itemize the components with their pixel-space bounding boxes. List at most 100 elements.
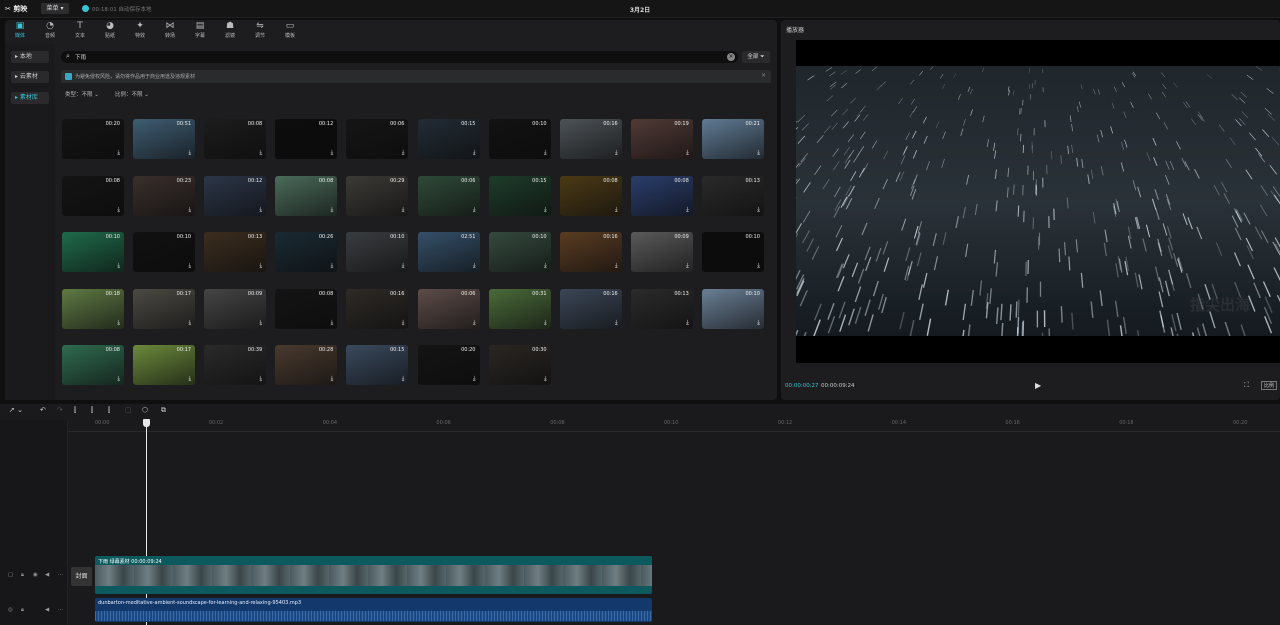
media-thumbnail[interactable]: 00:08 ⤓ [275,288,338,329]
search-input[interactable] [75,51,715,63]
download-icon[interactable]: ⤓ [402,319,405,327]
play-icon[interactable]: ▶ [1035,381,1041,390]
lock-icon[interactable]: 🔒︎ [21,607,24,614]
ratio-button[interactable]: 比例 [1261,381,1278,390]
player-screen[interactable]: 指尖出海 [796,40,1280,363]
download-icon[interactable]: ⤓ [117,319,120,327]
download-icon[interactable]: ⤓ [188,206,191,214]
expand-icon[interactable]: ▢ [8,572,13,578]
media-thumbnail[interactable]: 00:12 ⤓ [204,175,267,216]
download-icon[interactable]: ⤓ [544,262,547,270]
fullscreen-icon[interactable]: ⛶ [1244,381,1249,390]
download-icon[interactable]: ⤓ [188,375,191,383]
trim-right-icon[interactable]: ⫿ [108,406,110,415]
download-icon[interactable]: ⤓ [473,375,476,383]
download-icon[interactable]: ⤓ [757,206,760,214]
download-icon[interactable]: ⤓ [331,206,334,214]
more-icon[interactable]: ⋯ [58,607,64,613]
media-thumbnail[interactable]: 00:10 ⤓ [488,232,551,273]
media-thumbnail[interactable]: 00:16 ⤓ [346,288,409,329]
undo-icon[interactable]: ↶ [40,406,46,414]
download-icon[interactable]: ⤓ [402,149,405,157]
download-icon[interactable]: ⤓ [331,262,334,270]
media-thumbnail[interactable]: 00:08 ⤓ [559,175,622,216]
media-thumbnail[interactable]: 00:06 ⤓ [417,175,480,216]
ratio-filter[interactable]: 比例：不限 ⌄ [115,90,149,98]
download-icon[interactable]: ⤓ [473,319,476,327]
trim-left-icon[interactable]: ⫿ [91,406,93,415]
download-icon[interactable]: ⤓ [473,149,476,157]
mute-icon[interactable]: ◀ [45,607,49,613]
media-thumbnail[interactable]: 00:29 ⤓ [346,175,409,216]
filter-all-button[interactable]: 全部 ⏷ [742,51,770,63]
mute-icon[interactable]: ◀ [45,572,49,578]
download-icon[interactable]: ⤓ [331,375,334,383]
crop-icon[interactable]: ⧉ [161,406,166,415]
tab-1[interactable]: ◔ 音频 [35,21,65,41]
download-icon[interactable]: ⤓ [188,149,191,157]
media-thumbnail[interactable]: 00:10 ⤓ [346,232,409,273]
media-thumbnail[interactable]: 00:10 ⤓ [701,232,764,273]
download-icon[interactable]: ⤓ [260,206,263,214]
download-icon[interactable]: ⤓ [260,262,263,270]
download-icon[interactable]: ⤓ [402,375,405,383]
tab-4[interactable]: ✦ 特效 [125,21,155,41]
cover-button[interactable]: 封面 [71,567,92,586]
media-thumbnail[interactable]: 00:09 ⤓ [630,232,693,273]
media-thumbnail[interactable]: 00:06 ⤓ [417,288,480,329]
download-icon[interactable]: ⤓ [331,149,334,157]
clear-icon[interactable]: × [727,53,735,61]
tab-7[interactable]: ☗ 滤镜 [215,21,245,41]
media-thumbnail[interactable]: 00:08 ⤓ [275,175,338,216]
download-icon[interactable]: ⤓ [757,319,760,327]
download-icon[interactable]: ⤓ [188,319,191,327]
media-thumbnail[interactable]: 00:08 ⤓ [62,175,124,216]
media-thumbnail[interactable]: 00:13 ⤓ [701,175,764,216]
media-thumbnail[interactable]: 00:10 ⤓ [701,288,764,329]
split-icon[interactable]: ⫿ [74,406,76,415]
video-clip[interactable]: 下雨 绿幕素材 00:00:09:24 [95,556,652,594]
media-thumbnail[interactable]: 00:08 ⤓ [204,119,267,159]
media-thumbnail[interactable]: 00:51 ⤓ [133,119,196,159]
download-icon[interactable]: ⤓ [260,375,263,383]
media-thumbnail[interactable]: 00:21 ⤓ [701,119,764,159]
download-icon[interactable]: ⤓ [473,206,476,214]
download-icon[interactable]: ⤓ [331,319,334,327]
download-icon[interactable]: ⤓ [544,375,547,383]
delete-icon[interactable]: ▢ [125,406,132,414]
download-icon[interactable]: ⤓ [544,319,547,327]
timeline-ruler[interactable]: 00:00 00:02 00:04 00:06 00:08 00:10 00:12 00:14… [68,420,1280,432]
media-thumbnail[interactable]: 00:10 ⤓ [488,119,551,159]
media-thumbnail[interactable]: 00:31 ⤓ [488,288,551,329]
download-icon[interactable]: ⤓ [117,206,120,214]
media-thumbnail[interactable]: 00:26 ⤓ [275,232,338,273]
media-thumbnail[interactable]: 00:15 ⤓ [488,175,551,216]
download-icon[interactable]: ⤓ [686,319,689,327]
eye-icon[interactable]: ◉ [33,572,38,578]
type-filter[interactable]: 类型：不限 ⌄ [65,90,99,98]
tab-8[interactable]: ⇋ 调节 [245,21,275,41]
media-thumbnail[interactable]: 00:10 ⤓ [133,232,196,273]
media-thumbnail[interactable]: 00:18 ⤓ [62,288,124,329]
media-thumbnail[interactable]: 00:17 ⤓ [133,345,196,386]
media-thumbnail[interactable]: 00:19 ⤓ [630,119,693,159]
more-icon[interactable]: ⋯ [58,572,64,578]
tab-0[interactable]: ▣ 媒体 [5,21,35,41]
media-thumbnail[interactable]: 00:10 ⤓ [62,232,124,273]
download-icon[interactable]: ⤓ [188,262,191,270]
media-thumbnail[interactable]: 00:08 ⤓ [62,345,124,386]
download-icon[interactable]: ⤓ [615,206,618,214]
download-icon[interactable]: ⤓ [686,262,689,270]
tab-2[interactable]: T 文本 [65,21,95,41]
side-item-local[interactable]: ▸ 本地 [11,51,49,63]
download-icon[interactable]: ⤓ [757,262,760,270]
media-thumbnail[interactable]: 00:16 ⤓ [559,232,622,273]
tab-6[interactable]: ▤ 字幕 [185,21,215,41]
side-item-cloud[interactable]: ▸ 云素材 [11,71,49,83]
media-thumbnail[interactable]: 00:08 ⤓ [630,175,693,216]
playhead[interactable] [146,422,147,625]
download-icon[interactable]: ⤓ [686,149,689,157]
media-thumbnail[interactable]: 00:17 ⤓ [133,288,196,329]
tab-5[interactable]: ⋈ 转场 [155,21,185,41]
download-icon[interactable]: ⤓ [615,262,618,270]
